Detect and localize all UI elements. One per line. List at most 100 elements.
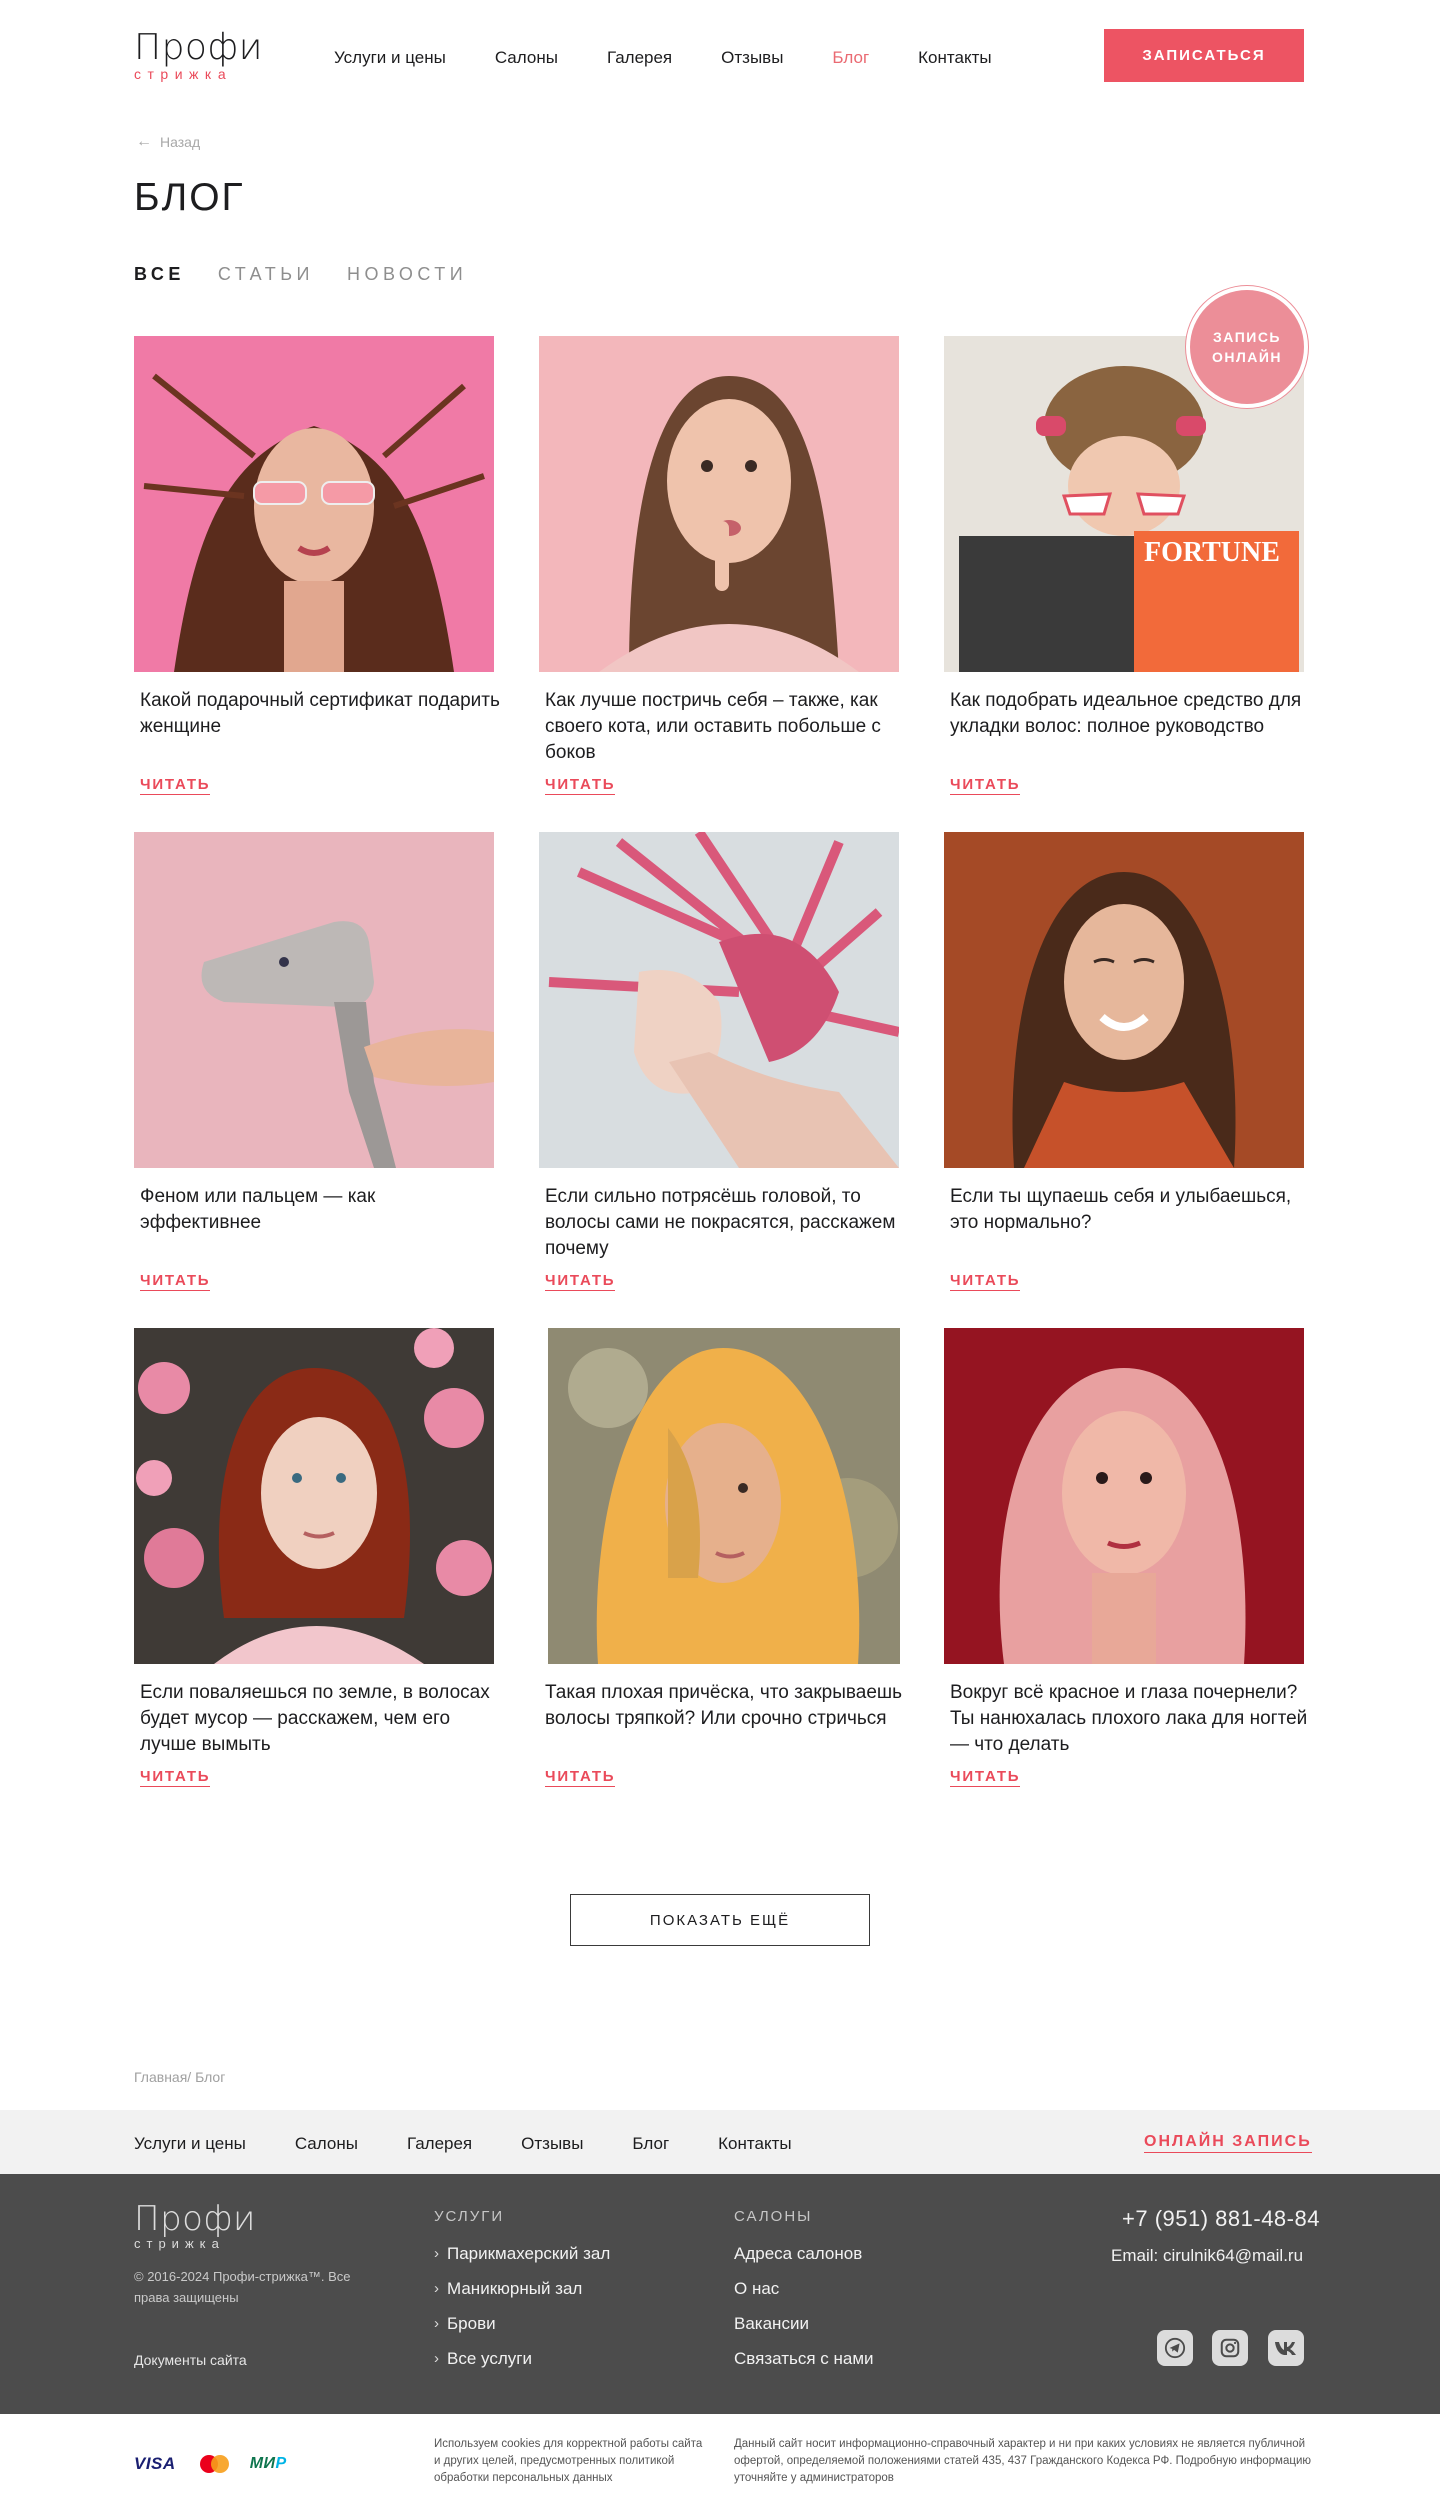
- telegram-icon[interactable]: [1157, 2330, 1193, 2366]
- footer-nav: Услуги и цены Салоны Галерея Отзывы Блог…: [0, 2110, 1440, 2174]
- salons-item[interactable]: Связаться с нами: [734, 2341, 874, 2376]
- card-image[interactable]: [134, 832, 494, 1168]
- read-link[interactable]: ЧИТАТЬ: [950, 776, 1021, 795]
- blog-card[interactable]: Если поваляешься по земле, в волосах буд…: [134, 1328, 494, 1787]
- blog-card[interactable]: Такая плохая причёска, что закрываешь во…: [545, 1328, 908, 1787]
- tab-news[interactable]: НОВОСТИ: [347, 264, 467, 285]
- card-image[interactable]: [944, 1328, 1304, 1664]
- card-title[interactable]: Такая плохая причёска, что закрываешь во…: [545, 1680, 905, 1732]
- chevron-right-icon: ›: [434, 2280, 439, 2297]
- card-image[interactable]: [134, 1328, 494, 1664]
- card-image[interactable]: [134, 336, 494, 672]
- card-title[interactable]: Если ты щупаешь себя и улыбаешься, это н…: [950, 1184, 1310, 1236]
- nav-services[interactable]: Услуги и цены: [334, 48, 446, 68]
- services-item[interactable]: › Все услуги: [434, 2341, 610, 2376]
- logo-sub-text: стрижка: [134, 66, 233, 82]
- salons-item[interactable]: О нас: [734, 2271, 874, 2306]
- services-item-label: Все услуги: [447, 2349, 532, 2368]
- services-list: › Парикмахерский зал › Маникюрный зал › Бро…: [434, 2236, 610, 2376]
- breadcrumb[interactable]: Главная/ Блог: [134, 2069, 225, 2085]
- footer-nav-salons[interactable]: Салоны: [295, 2134, 358, 2154]
- blog-card[interactable]: Феном или пальцем — как эффективнее ЧИТА…: [134, 832, 494, 1291]
- vk-icon[interactable]: [1268, 2330, 1304, 2366]
- card-title[interactable]: Как подобрать идеальное средство для укл…: [950, 688, 1310, 740]
- read-link[interactable]: ЧИТАТЬ: [950, 1768, 1021, 1787]
- card-image[interactable]: [548, 1328, 900, 1664]
- services-item[interactable]: › Маникюрный зал: [434, 2271, 610, 2306]
- footer-nav-reviews[interactable]: Отзывы: [521, 2134, 583, 2154]
- services-item-label: Маникюрный зал: [447, 2279, 583, 2298]
- salons-item[interactable]: Вакансии: [734, 2306, 874, 2341]
- card-title[interactable]: Если поваляешься по земле, в волосах буд…: [140, 1680, 500, 1758]
- read-link[interactable]: ЧИТАТЬ: [140, 1768, 211, 1787]
- footer-logo[interactable]: Профи стрижка: [134, 2202, 256, 2252]
- card-title[interactable]: Феном или пальцем — как эффективнее: [140, 1184, 500, 1236]
- online-booking-badge[interactable]: ЗАПИСЬ ОНЛАЙН: [1190, 290, 1304, 404]
- arrow-left-icon: ←: [136, 133, 152, 150]
- tab-all[interactable]: ВСЕ: [134, 264, 185, 285]
- read-link[interactable]: ЧИТАТЬ: [140, 776, 211, 795]
- site-footer: Профи стрижка © 2016-2024 Профи-стрижка™…: [0, 2174, 1440, 2414]
- card-title[interactable]: Вокруг всё красное и глаза почернели? Ты…: [950, 1680, 1310, 1758]
- nav-salons[interactable]: Салоны: [495, 48, 558, 68]
- read-link[interactable]: ЧИТАТЬ: [545, 776, 616, 795]
- nav-blog[interactable]: Блог: [832, 48, 869, 68]
- blog-card[interactable]: Если сильно потрясёшь головой, то волосы…: [539, 832, 899, 1291]
- mir-logo-part-2: Р: [275, 2455, 287, 2472]
- cookies-notice: Используем cookies для корректной работы…: [434, 2438, 703, 2484]
- payment-methods: VISA МИР: [134, 2454, 287, 2474]
- footer-nav-gallery[interactable]: Галерея: [407, 2134, 472, 2154]
- page-title: БЛОГ: [134, 176, 245, 219]
- read-link[interactable]: ЧИТАТЬ: [140, 1272, 211, 1291]
- services-item-label: Парикмахерский зал: [447, 2244, 611, 2263]
- services-item[interactable]: › Парикмахерский зал: [434, 2236, 610, 2271]
- card-title[interactable]: Как лучше постричь себя – также, как сво…: [545, 688, 905, 766]
- chevron-right-icon: ›: [434, 2315, 439, 2332]
- footer-nav-blog[interactable]: Блог: [632, 2134, 669, 2154]
- card-title[interactable]: Если сильно потрясёшь головой, то волосы…: [545, 1184, 905, 1262]
- card-image[interactable]: [539, 336, 899, 672]
- back-label: Назад: [160, 134, 201, 150]
- blog-card[interactable]: Как лучше постричь себя – также, как сво…: [539, 336, 899, 795]
- blog-card[interactable]: Если ты щупаешь себя и улыбаешься, это н…: [944, 832, 1304, 1291]
- footer-nav-links: Услуги и цены Салоны Галерея Отзывы Блог…: [134, 2134, 841, 2154]
- read-link[interactable]: ЧИТАТЬ: [545, 1768, 616, 1787]
- instagram-icon[interactable]: [1212, 2330, 1248, 2366]
- card-image[interactable]: [944, 832, 1304, 1168]
- show-more-button[interactable]: ПОКАЗАТЬ ЕЩЁ: [570, 1894, 870, 1946]
- footer-nav-services[interactable]: Услуги и цены: [134, 2134, 246, 2154]
- site-documents-link[interactable]: Документы сайта: [134, 2352, 247, 2368]
- chevron-right-icon: ›: [434, 2245, 439, 2262]
- email-link[interactable]: Email: cirulnik64@mail.ru: [1111, 2246, 1303, 2266]
- logo-main-text: Профи: [134, 27, 263, 68]
- card-image[interactable]: [539, 832, 899, 1168]
- nav-gallery[interactable]: Галерея: [607, 48, 672, 68]
- nav-contacts[interactable]: Контакты: [918, 48, 991, 68]
- svg-text:FORTUNE: FORTUNE: [1144, 537, 1280, 568]
- services-item-label: Брови: [447, 2314, 496, 2333]
- blog-card[interactable]: Вокруг всё красное и глаза почернели? Ты…: [944, 1328, 1307, 1787]
- footer-logo-main: Профи: [134, 2199, 256, 2239]
- footer-nav-contacts[interactable]: Контакты: [718, 2134, 791, 2154]
- phone-link[interactable]: +7 (951) 881-48-84: [1122, 2206, 1320, 2232]
- read-link[interactable]: ЧИТАТЬ: [545, 1272, 616, 1291]
- read-link[interactable]: ЧИТАТЬ: [950, 1272, 1021, 1291]
- main-nav: Услуги и цены Салоны Галерея Отзывы Блог…: [334, 48, 1041, 68]
- nav-reviews[interactable]: Отзывы: [721, 48, 783, 68]
- services-item[interactable]: › Брови: [434, 2306, 610, 2341]
- chevron-right-icon: ›: [434, 2350, 439, 2367]
- blog-card[interactable]: Какой подарочный сертификат подарить жен…: [134, 336, 500, 795]
- mir-logo: МИР: [250, 2455, 287, 2473]
- badge-line-2: ОНЛАЙН: [1211, 349, 1283, 365]
- badge-line-1: ЗАПИСЬ: [1213, 329, 1281, 345]
- salons-list: Адреса салонов О нас Вакансии Связаться …: [734, 2236, 874, 2376]
- logo[interactable]: Профи стрижка: [134, 27, 263, 83]
- book-button[interactable]: ЗАПИСАТЬСЯ: [1104, 29, 1304, 82]
- mir-logo-part-1: МИ: [249, 2455, 276, 2472]
- back-link[interactable]: ← Назад: [136, 133, 200, 151]
- online-booking-link[interactable]: ОНЛАЙН ЗАПИСЬ: [1144, 2132, 1312, 2153]
- card-title[interactable]: Какой подарочный сертификат подарить жен…: [140, 688, 500, 740]
- visa-logo: VISA: [134, 2454, 176, 2473]
- tab-articles[interactable]: СТАТЬИ: [218, 264, 314, 285]
- salons-item[interactable]: Адреса салонов: [734, 2236, 874, 2271]
